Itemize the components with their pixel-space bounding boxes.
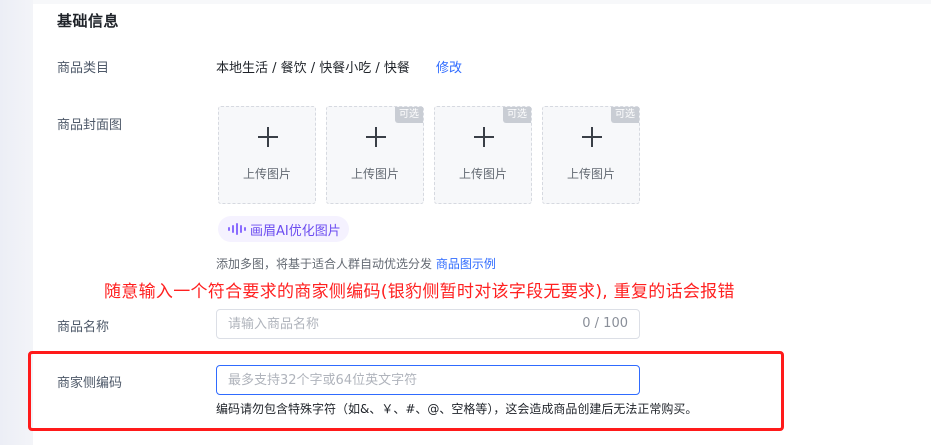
category-label: 商品类目 — [57, 61, 110, 76]
merchant-code-helper: 编码请勿包含特殊字符（如&、￥、#、@、空格等），这会造成商品创建后无法正常购买… — [216, 402, 698, 416]
example-image-link[interactable]: 商品图示例 — [436, 257, 496, 271]
ai-optimize-label: 画眉AI优化图片 — [250, 223, 341, 239]
plus-icon — [366, 127, 386, 147]
merchant-code-field[interactable] — [216, 365, 640, 395]
left-gutter — [0, 0, 33, 445]
optional-tag: 可选 — [503, 107, 531, 123]
plus-icon — [474, 127, 494, 147]
page: 基础信息 商品类目 本地生活 / 餐饮 / 快餐小吃 / 快餐 修改 商品封面图… — [0, 0, 931, 445]
plus-icon — [582, 127, 602, 147]
product-name-field[interactable]: 0 / 100 — [216, 309, 640, 339]
category-value: 本地生活 / 餐饮 / 快餐小吃 / 快餐 — [216, 61, 410, 76]
cover-hint-text: 添加多图，将基于适合人群自动优选分发 — [216, 257, 433, 271]
modify-category-link[interactable]: 修改 — [436, 57, 462, 76]
upload-text: 上传图片 — [350, 167, 399, 181]
cover-label: 商品封面图 — [57, 118, 123, 133]
top-strip — [33, 0, 931, 4]
upload-text: 上传图片 — [458, 167, 507, 181]
annotation-text: 随意输入一个符合要求的商家侧编码(银豹侧暂时对该字段无要求), 重复的话会报错 — [104, 282, 735, 302]
product-name-label: 商品名称 — [57, 320, 110, 335]
merchant-code-input[interactable] — [228, 366, 628, 394]
merchant-code-label: 商家侧编码 — [57, 376, 123, 391]
cover-hint: 添加多图，将基于适合人群自动优选分发 商品图示例 — [216, 255, 496, 272]
product-name-counter: 0 / 100 — [582, 316, 628, 331]
plus-icon — [258, 127, 278, 147]
optional-tag: 可选 — [611, 107, 639, 123]
upload-box-4[interactable]: 可选 上传图片 — [542, 106, 640, 204]
product-name-input[interactable] — [228, 310, 568, 338]
upload-text: 上传图片 — [242, 167, 291, 181]
upload-box-1[interactable]: 上传图片 — [218, 106, 316, 204]
optional-tag: 可选 — [395, 107, 423, 123]
upload-box-3[interactable]: 可选 上传图片 — [434, 106, 532, 204]
section-title: 基础信息 — [57, 12, 120, 30]
sound-wave-icon — [228, 223, 246, 235]
upload-text: 上传图片 — [566, 167, 615, 181]
upload-box-2[interactable]: 可选 上传图片 — [326, 106, 424, 204]
ai-optimize-button[interactable]: 画眉AI优化图片 — [218, 216, 349, 242]
